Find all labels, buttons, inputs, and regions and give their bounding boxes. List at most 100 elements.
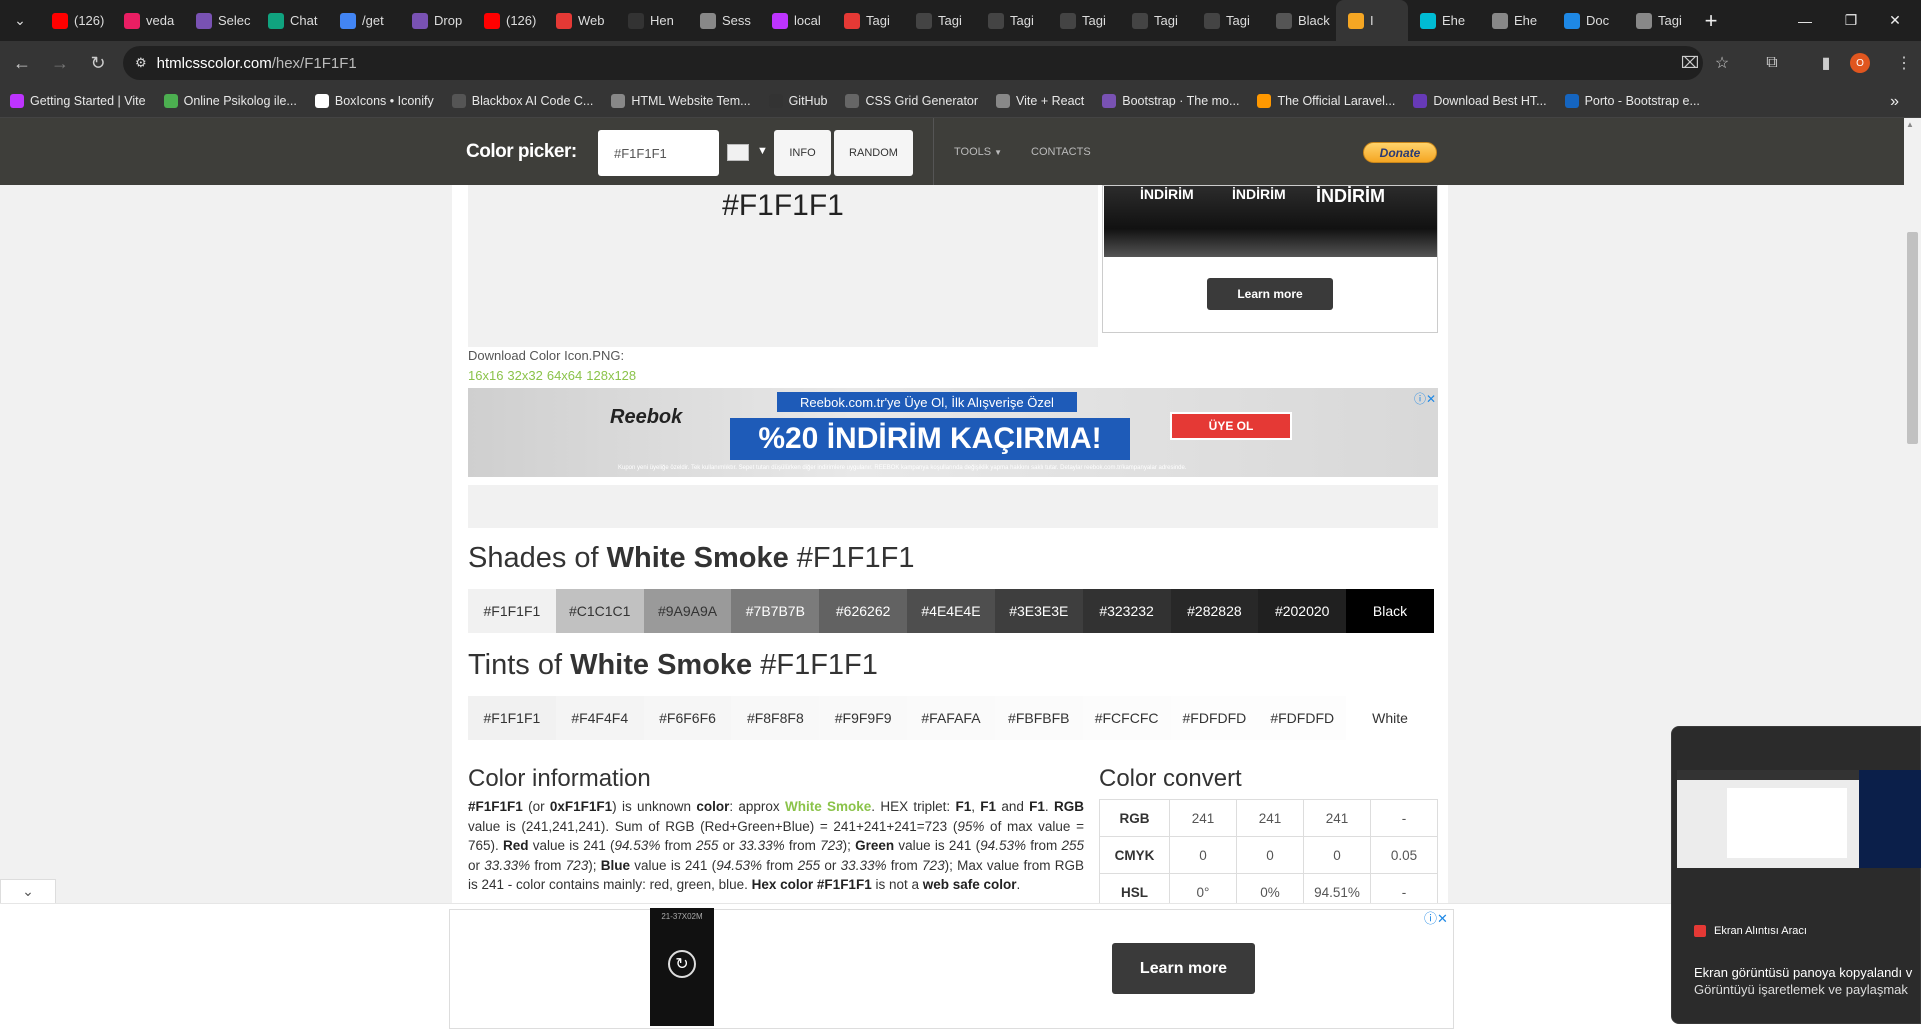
tint-swatch[interactable]: #FAFAFA: [907, 696, 995, 740]
browser-tab[interactable]: Black: [1264, 0, 1336, 41]
browser-tab[interactable]: veda: [112, 0, 184, 41]
site-info-icon[interactable]: ⚙: [135, 55, 147, 71]
bottom-ad-thumbnail[interactable]: 21-37X02M ↻: [650, 908, 714, 1026]
download-link-64[interactable]: 64x64: [547, 368, 582, 383]
tools-menu[interactable]: TOOLS ▼: [954, 146, 1002, 158]
bookmark-item[interactable]: GitHub: [768, 94, 827, 108]
shade-swatch[interactable]: #C1C1C1: [555, 589, 644, 633]
more-menu-icon[interactable]: ⋮: [1890, 49, 1918, 77]
browser-tab[interactable]: (126): [40, 0, 112, 41]
side-panel-icon[interactable]: ▮: [1812, 49, 1840, 77]
browser-tab[interactable]: Chat: [256, 0, 328, 41]
browser-tab[interactable]: Tagi: [904, 0, 976, 41]
bottom-ad-learn-more-button[interactable]: Learn more: [1112, 943, 1255, 994]
address-bar[interactable]: ⚙ htmlcsscolor.com/hex/F1F1F1: [123, 46, 1703, 80]
browser-tab[interactable]: /get: [328, 0, 400, 41]
browser-tab[interactable]: Tagi: [976, 0, 1048, 41]
tint-swatch[interactable]: #FBFBFB: [994, 696, 1083, 740]
color-swatch-button[interactable]: [727, 144, 749, 161]
browser-tab[interactable]: Drop: [400, 0, 472, 41]
shade-swatch[interactable]: #9A9A9A: [643, 589, 732, 633]
bookmark-item[interactable]: Getting Started | Vite: [10, 94, 146, 108]
color-hex-input[interactable]: #F1F1F1: [598, 130, 719, 176]
tint-swatch[interactable]: #FDFDFD: [1170, 696, 1259, 740]
browser-tab[interactable]: Selec: [184, 0, 256, 41]
tint-swatch[interactable]: #F8F8F8: [731, 696, 820, 740]
shade-swatch[interactable]: #4E4E4E: [907, 589, 995, 633]
download-link-16[interactable]: 16x16: [468, 368, 503, 383]
scrollbar-thumb[interactable]: [1907, 232, 1918, 444]
bookmarks-overflow-icon[interactable]: »: [1890, 85, 1899, 118]
browser-tab[interactable]: Web: [544, 0, 616, 41]
bottom-ad-frame[interactable]: [449, 909, 1454, 1029]
shade-swatch[interactable]: #626262: [819, 589, 908, 633]
browser-tab[interactable]: Tagi: [1120, 0, 1192, 41]
tint-swatch[interactable]: White: [1346, 696, 1434, 740]
browser-tab[interactable]: Ehe: [1480, 0, 1552, 41]
extensions-icon[interactable]: ⧉: [1758, 49, 1786, 77]
tint-swatch[interactable]: #FCFCFC: [1082, 696, 1171, 740]
tint-swatch[interactable]: #F6F6F6: [643, 696, 732, 740]
ad-close-icon[interactable]: ⓘ✕: [1414, 390, 1436, 407]
color-name-link[interactable]: White Smoke: [785, 799, 871, 814]
collapse-ad-button[interactable]: ⌄: [0, 879, 56, 903]
shade-swatch[interactable]: #3E3E3E: [994, 589, 1083, 633]
shade-swatch[interactable]: #F1F1F1: [468, 589, 556, 633]
bookmark-item[interactable]: The Official Laravel...: [1257, 94, 1395, 108]
bookmark-item[interactable]: Online Psikolog ile...: [163, 94, 297, 108]
bookmark-item[interactable]: Download Best HT...: [1413, 94, 1547, 108]
snipping-tool-notification[interactable]: Ekran Alıntısı Aracı Ekran görüntüsü pan…: [1671, 726, 1921, 1024]
shade-swatch[interactable]: Black: [1346, 589, 1434, 633]
shade-swatch[interactable]: #282828: [1170, 589, 1259, 633]
tint-swatch[interactable]: #F4F4F4: [555, 696, 644, 740]
bookmark-item[interactable]: Bootstrap · The mo...: [1102, 94, 1239, 108]
download-link-128[interactable]: 128x128: [586, 368, 636, 383]
close-window-button[interactable]: ✕: [1869, 0, 1921, 41]
bookmark-item[interactable]: Vite + React: [996, 94, 1084, 108]
random-button[interactable]: RANDOM: [834, 130, 913, 176]
screenshot-thumbnail[interactable]: [1677, 770, 1921, 868]
bookmark-item[interactable]: HTML Website Tem...: [611, 94, 751, 108]
browser-tab[interactable]: Tagi: [1624, 0, 1696, 41]
forward-button[interactable]: →: [44, 47, 76, 79]
scroll-up-icon[interactable]: ▲: [1906, 120, 1914, 129]
browser-tab[interactable]: Ehe: [1408, 0, 1480, 41]
donate-button[interactable]: Donate: [1363, 142, 1437, 163]
replay-icon[interactable]: ↻: [668, 950, 696, 978]
browser-tab[interactable]: Tagi: [1048, 0, 1120, 41]
browser-tab[interactable]: I: [1336, 0, 1408, 41]
reebok-signup-button[interactable]: ÜYE OL: [1170, 412, 1292, 440]
bookmark-item[interactable]: CSS Grid Generator: [845, 94, 978, 108]
back-button[interactable]: ←: [6, 47, 38, 79]
browser-tab[interactable]: Tagi: [832, 0, 904, 41]
translate-icon[interactable]: ⌧: [1676, 49, 1704, 77]
ad-close-icon[interactable]: ⓘ✕: [1424, 908, 1448, 927]
reload-button[interactable]: ↻: [82, 47, 114, 79]
profile-avatar[interactable]: O: [1846, 49, 1874, 77]
shade-swatch[interactable]: #7B7B7B: [731, 589, 820, 633]
bookmark-item[interactable]: Blackbox AI Code C...: [451, 94, 593, 108]
browser-tab[interactable]: Tagi: [1192, 0, 1264, 41]
bookmark-item[interactable]: BoxIcons • Iconify: [314, 94, 434, 108]
tint-swatch[interactable]: #F9F9F9: [819, 696, 908, 740]
tab-search-button[interactable]: ⌄: [0, 0, 40, 41]
bookmark-star-icon[interactable]: ☆: [1708, 49, 1736, 77]
info-button[interactable]: INFO: [774, 130, 831, 176]
browser-tab[interactable]: (126): [472, 0, 544, 41]
browser-tab[interactable]: local: [760, 0, 832, 41]
browser-tab[interactable]: Doc: [1552, 0, 1624, 41]
ad-learn-more-button[interactable]: Learn more: [1207, 278, 1333, 310]
browser-tab[interactable]: Sess: [688, 0, 760, 41]
caret-down-icon[interactable]: ▼: [757, 145, 768, 157]
shade-swatch[interactable]: #202020: [1258, 589, 1347, 633]
bookmark-item[interactable]: Porto - Bootstrap e...: [1564, 94, 1700, 108]
tint-swatch[interactable]: #FDFDFD: [1258, 696, 1347, 740]
contacts-link[interactable]: CONTACTS: [1031, 146, 1091, 158]
new-tab-button[interactable]: +: [1696, 0, 1726, 41]
browser-tab[interactable]: Hen: [616, 0, 688, 41]
top-right-ad[interactable]: İNDİRİM İNDİRİM İNDİRİM Learn more: [1102, 185, 1438, 333]
shade-swatch[interactable]: #323232: [1082, 589, 1171, 633]
tint-swatch[interactable]: #F1F1F1: [468, 696, 556, 740]
reebok-banner-ad[interactable]: Reebok Reebok.com.tr'ye Üye Ol, İlk Alış…: [468, 388, 1438, 477]
download-link-32[interactable]: 32x32: [507, 368, 542, 383]
